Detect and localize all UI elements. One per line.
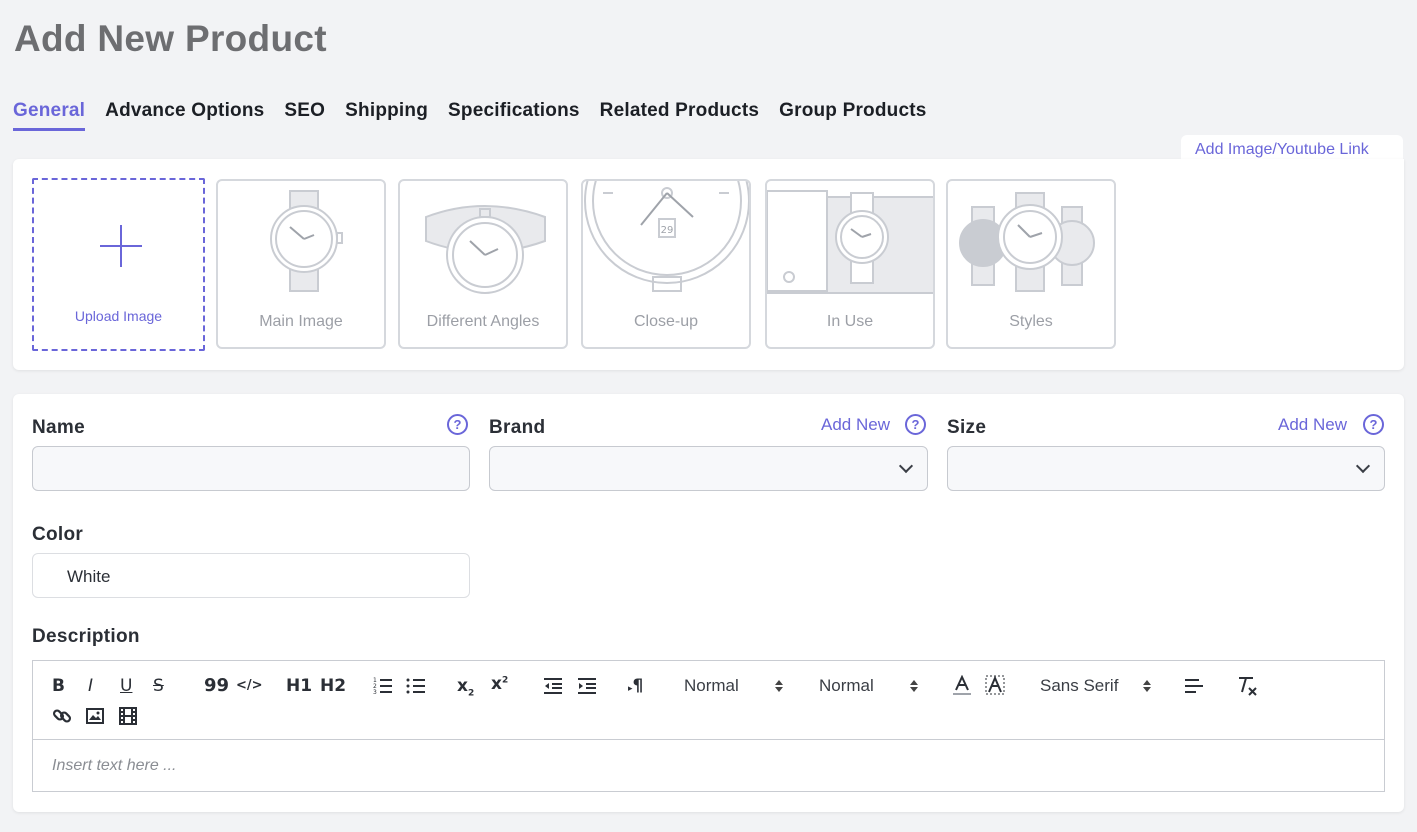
underline-button[interactable]: U: [120, 676, 132, 696]
brand-select[interactable]: [489, 446, 928, 491]
align-left-icon[interactable]: [1184, 676, 1204, 696]
tab-specifications[interactable]: Specifications: [448, 100, 580, 131]
size-add-new-link[interactable]: Add New: [1278, 415, 1347, 435]
blockquote-button[interactable]: 99: [204, 675, 229, 696]
code-block-button[interactable]: </>: [236, 678, 263, 693]
upload-image-button[interactable]: Upload Image: [32, 178, 205, 351]
h2-button[interactable]: H2: [320, 676, 346, 696]
clear-format-icon[interactable]: [1236, 675, 1258, 697]
thumb-styles[interactable]: Styles: [946, 179, 1116, 349]
tab-advance-options[interactable]: Advance Options: [105, 100, 264, 131]
link-icon[interactable]: [52, 706, 72, 726]
image-icon[interactable]: [85, 706, 105, 726]
image-gallery-card: Upload Image Main Image Different Angles…: [13, 159, 1404, 370]
brand-add-new-link[interactable]: Add New: [821, 415, 890, 435]
date-window: 29: [661, 225, 674, 236]
page-title: Add New Product: [14, 18, 327, 59]
thumb-different-angles[interactable]: Different Angles: [398, 179, 568, 349]
name-input[interactable]: [32, 446, 470, 491]
subscript-button[interactable]: x2: [457, 676, 474, 698]
description-editor-input[interactable]: Insert text here ...: [33, 741, 1384, 791]
rich-text-editor: B I U S 99 </> H1 H2 123 x2 x2 ▸¶ Normal…: [32, 660, 1385, 792]
background-color-icon[interactable]: [985, 675, 1005, 697]
select-arrows-icon[interactable]: [910, 680, 918, 692]
thumb-label: Close-up: [633, 313, 699, 330]
tab-group-products[interactable]: Group Products: [779, 100, 926, 131]
tab-related-products[interactable]: Related Products: [600, 100, 759, 131]
name-label: Name: [32, 417, 85, 438]
chevron-down-icon: [898, 458, 914, 474]
color-label: Color: [32, 524, 84, 545]
svg-text:3: 3: [373, 689, 377, 696]
tab-general[interactable]: General: [13, 100, 86, 131]
thumb-label: Styles: [1009, 313, 1053, 330]
ordered-list-icon[interactable]: 123: [373, 676, 393, 696]
brand-label: Brand: [489, 417, 546, 438]
superscript-button[interactable]: x2: [491, 674, 508, 694]
bullet-list-icon[interactable]: [406, 676, 426, 696]
thumb-close-up[interactable]: 29 Close-up: [581, 179, 751, 349]
text-direction-button[interactable]: ▸¶: [628, 676, 643, 696]
plus-icon: [100, 225, 142, 267]
strike-button[interactable]: S: [153, 676, 164, 696]
thumb-label: Main Image: [259, 313, 343, 330]
size-select-toolbar[interactable]: Normal: [819, 676, 874, 696]
text-color-icon[interactable]: [952, 675, 972, 697]
indent-icon[interactable]: [577, 676, 597, 696]
thumb-label: In Use: [826, 313, 874, 330]
color-select[interactable]: White: [32, 553, 470, 598]
thumb-in-use[interactable]: In Use: [765, 179, 935, 349]
video-icon[interactable]: [118, 706, 138, 726]
font-select[interactable]: Sans Serif: [1040, 676, 1118, 696]
size-select[interactable]: [947, 446, 1385, 491]
question-circle-icon[interactable]: ?: [1363, 414, 1384, 435]
chevron-down-icon: [1355, 458, 1371, 474]
select-arrows-icon[interactable]: [1143, 680, 1151, 692]
thumb-main-image[interactable]: Main Image: [216, 179, 386, 349]
bold-button[interactable]: B: [52, 676, 65, 696]
header-select[interactable]: Normal: [684, 676, 739, 696]
description-label: Description: [32, 626, 140, 647]
h1-button[interactable]: H1: [286, 676, 312, 696]
size-label: Size: [947, 417, 987, 438]
paragraph-mark: ¶: [632, 676, 644, 696]
question-circle-icon[interactable]: ?: [905, 414, 926, 435]
product-form-card: Name ? Brand Add New ? Size Add New ? Co…: [13, 394, 1404, 812]
select-arrows-icon[interactable]: [775, 680, 783, 692]
tab-seo[interactable]: SEO: [284, 100, 325, 131]
italic-button[interactable]: I: [88, 676, 93, 696]
thumb-label: Different Angles: [426, 313, 540, 330]
upload-image-label: Upload Image: [74, 308, 163, 324]
tab-bar: General Advance Options SEO Shipping Spe…: [13, 100, 947, 131]
outdent-icon[interactable]: [543, 676, 563, 696]
question-circle-icon[interactable]: ?: [447, 414, 468, 435]
tab-shipping[interactable]: Shipping: [345, 100, 428, 131]
editor-toolbar: B I U S 99 </> H1 H2 123 x2 x2 ▸¶ Normal…: [33, 661, 1384, 740]
